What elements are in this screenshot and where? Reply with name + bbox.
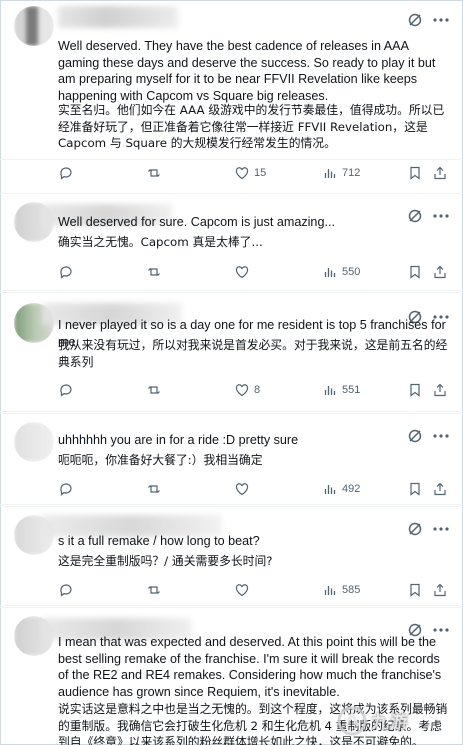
reply-text-zh: 这是完全重制版吗？/ 通关需要多长时间? xyxy=(58,554,273,568)
view-count: 712 xyxy=(342,167,361,179)
like-button[interactable] xyxy=(234,262,254,282)
more-options-icon[interactable] xyxy=(431,12,451,28)
bookmark-button[interactable] xyxy=(407,262,423,282)
bookmark-button[interactable] xyxy=(407,163,423,183)
views-button[interactable]: 585 xyxy=(322,580,360,600)
share-button[interactable] xyxy=(432,580,448,600)
reply-icon xyxy=(60,384,72,397)
views-icon xyxy=(324,586,336,595)
share-button[interactable] xyxy=(432,380,448,400)
reply-icon xyxy=(60,167,72,180)
reply-text-zh: 我从来没有玩过，所以对我来说是首发必买。对于我来说，这是前五名的经典系列 xyxy=(58,338,448,369)
repost-button[interactable] xyxy=(146,262,166,282)
share-icon xyxy=(434,265,446,279)
bookmark-button[interactable] xyxy=(407,479,423,499)
like-button[interactable] xyxy=(234,580,254,600)
heart-icon xyxy=(235,584,249,597)
share-icon xyxy=(434,583,446,597)
heart-icon xyxy=(235,483,249,496)
reply-button[interactable] xyxy=(58,479,78,499)
watermark-text: 九游 xyxy=(371,712,409,733)
repost-button[interactable] xyxy=(146,380,166,400)
action-bar: 15 712 xyxy=(58,163,451,183)
repost-button[interactable] xyxy=(146,163,166,183)
like-button[interactable]: 15 xyxy=(234,163,266,183)
like-button[interactable]: 8 xyxy=(234,380,260,400)
bookmark-icon xyxy=(410,166,420,180)
jiuyou-logo-icon xyxy=(337,706,367,736)
bookmark-icon xyxy=(410,482,420,496)
share-button[interactable] xyxy=(432,262,448,282)
reply-text-zh: 实至名归。他们如今在 AAA 级游戏中的发行节奏最佳，值得成功。所以已经准备好玩… xyxy=(58,103,445,150)
views-icon xyxy=(324,386,336,395)
views-button[interactable]: 550 xyxy=(322,262,360,282)
repost-icon xyxy=(148,169,160,177)
grok-icon[interactable] xyxy=(407,12,423,28)
reply-button[interactable] xyxy=(58,163,78,183)
reply-icon xyxy=(60,584,72,597)
views-icon xyxy=(324,268,336,277)
reply-text-zh: 确实当之无愧。Capcom 真是太棒了... xyxy=(58,235,263,249)
reply-button[interactable] xyxy=(58,380,78,400)
views-icon xyxy=(324,169,336,178)
action-bar: 8 551 xyxy=(58,380,451,400)
reply-text-zh: 呃呃呃，你准备好大餐了:）我相当确定 xyxy=(58,453,263,467)
repost-icon xyxy=(148,268,160,276)
views-button[interactable]: 551 xyxy=(322,380,360,400)
share-icon xyxy=(434,482,446,496)
heart-icon xyxy=(235,266,249,279)
repost-button[interactable] xyxy=(146,580,166,600)
action-bar: 492 xyxy=(58,479,451,499)
like-count: 8 xyxy=(254,384,261,396)
reply-text-en: s it a full remake / how long to beat? xyxy=(58,534,260,548)
reply-button[interactable] xyxy=(58,262,78,282)
like-button[interactable] xyxy=(234,479,254,499)
view-count: 492 xyxy=(342,483,361,495)
views-icon xyxy=(324,485,336,494)
bookmark-icon xyxy=(410,583,420,597)
heart-icon xyxy=(235,384,249,397)
watermark: 九游 xyxy=(337,701,457,741)
view-count: 585 xyxy=(342,584,361,596)
view-count: 550 xyxy=(342,266,361,278)
action-bar: 585 xyxy=(58,580,451,600)
share-button[interactable] xyxy=(432,479,448,499)
reply-text-en: Well deserved for sure. Capcom is just a… xyxy=(58,215,335,229)
repost-icon xyxy=(148,586,160,594)
avatar[interactable] xyxy=(14,422,54,462)
views-button[interactable]: 712 xyxy=(322,163,360,183)
bookmark-button[interactable] xyxy=(407,380,423,400)
reply-icon xyxy=(60,483,72,496)
reply-button[interactable] xyxy=(58,580,78,600)
share-button[interactable] xyxy=(432,163,448,183)
reply-card[interactable]: Well deserved. They have the best cadenc… xyxy=(0,0,463,160)
bookmark-icon xyxy=(410,383,420,397)
share-icon xyxy=(434,383,446,397)
avatar[interactable] xyxy=(14,6,54,46)
heart-icon xyxy=(235,167,249,180)
bookmark-button[interactable] xyxy=(407,580,423,600)
bookmark-icon xyxy=(410,265,420,279)
views-button[interactable]: 492 xyxy=(322,479,360,499)
reply-text-en: uhhhhhh you are in for a ride :D pretty … xyxy=(58,433,299,447)
repost-icon xyxy=(148,485,160,493)
repost-button[interactable] xyxy=(146,479,166,499)
reply-text-en: I mean that was expected and deserved. A… xyxy=(58,635,442,699)
repost-icon xyxy=(148,386,160,394)
share-icon xyxy=(434,166,446,180)
action-bar: 550 xyxy=(58,262,451,282)
reply-icon xyxy=(60,266,72,279)
view-count: 551 xyxy=(342,384,361,396)
reply-text-en: Well deserved. They have the best cadenc… xyxy=(58,39,436,103)
username-redacted xyxy=(58,6,178,28)
like-count: 15 xyxy=(254,167,267,179)
